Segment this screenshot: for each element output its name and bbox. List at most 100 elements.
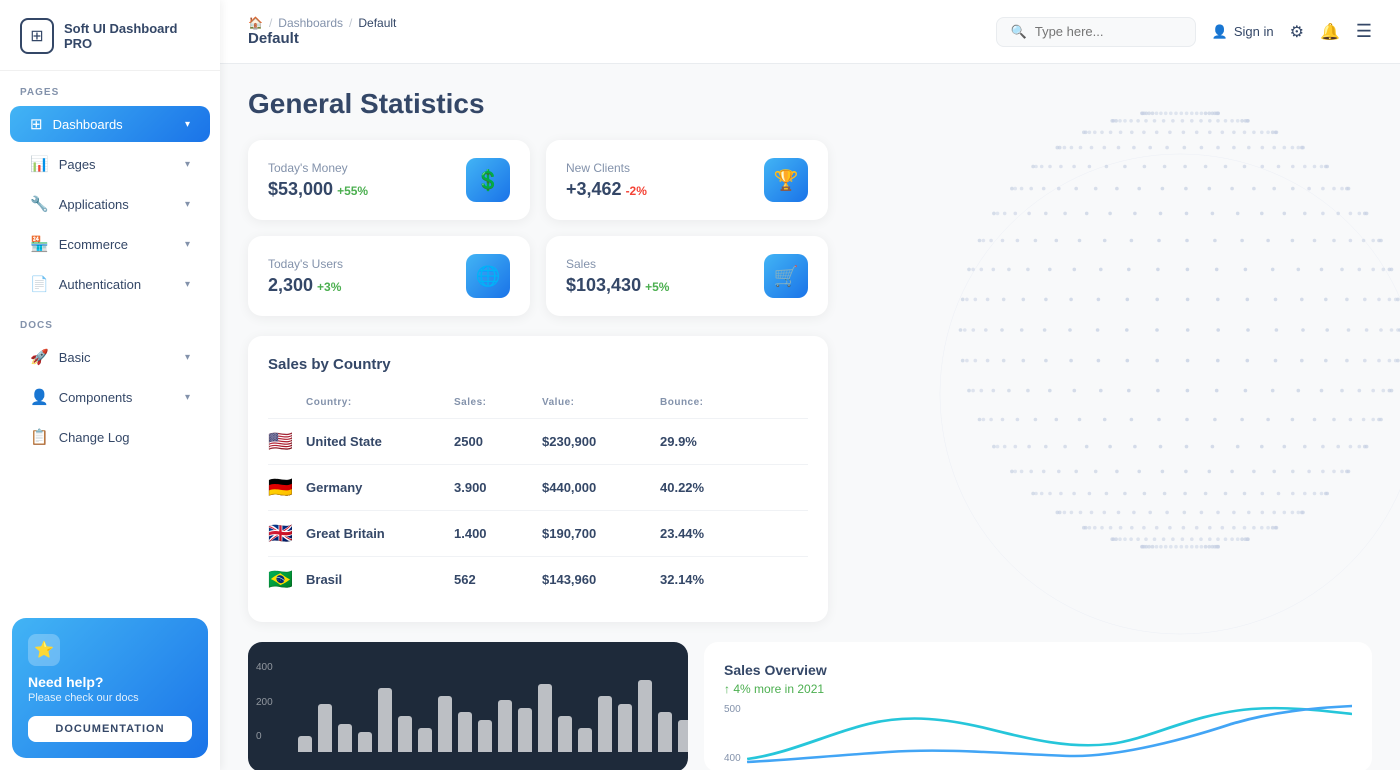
sales-by-country-card: Sales by Country Country: Sales: Value: … [248,336,828,622]
sidebar-item-changelog[interactable]: 📋 Change Log [10,419,210,455]
signin-button[interactable]: 👤 Sign in [1212,24,1274,40]
sales-us: 2500 [454,434,534,449]
chevron-down-icon: ▾ [185,352,190,363]
stat-value-money: $53,000+55% [268,179,368,200]
stat-label-users: Today's Users [268,257,343,271]
topbar-left: 🏠 / Dashboards / Default Default [248,16,396,47]
sales-gb: 1.400 [454,526,534,541]
sales-de: 3.900 [454,480,534,495]
hamburger-icon[interactable]: ☰ [1356,21,1372,42]
bounce-gb: 23.44% [660,526,770,541]
flag-de: 🇩🇪 [268,475,298,500]
sidebar-item-authentication[interactable]: 📄 Authentication ▾ [10,266,210,302]
sidebar-item-label-pages: Pages [59,157,96,172]
settings-icon[interactable]: ⚙ [1290,22,1304,42]
chevron-down-icon: ▾ [185,239,190,250]
content-area: General Statistics Today's Money $53,000… [220,64,1400,770]
col-header-bounce: Bounce: [660,397,770,408]
table-row: 🇩🇪 Germany 3.900 $440,000 40.22% [268,465,808,511]
globe-decoration [920,134,1400,654]
flag-br: 🇧🇷 [268,567,298,592]
page-title: Default [248,30,396,47]
value-gb: $190,700 [542,526,652,541]
country-name-br: Brasil [306,572,446,587]
sidebar-item-label-ecommerce: Ecommerce [59,237,128,252]
so-y-labels: 500 400 [724,704,741,764]
topbar-right: 🔍 👤 Sign in ⚙ 🔔 ☰ [996,17,1372,47]
stat-label-clients: New Clients [566,161,647,175]
pages-section-label: PAGES [0,71,220,104]
so-y-400: 400 [724,753,741,764]
topbar: 🏠 / Dashboards / Default Default 🔍 👤 Sig… [220,0,1400,64]
stat-icon-clients: 🏆 [764,158,808,202]
search-input[interactable] [1035,24,1175,39]
ecommerce-icon: 🏪 [30,235,49,253]
flag-gb: 🇬🇧 [268,521,298,546]
signin-label: Sign in [1234,24,1274,39]
chevron-down-icon: ▾ [185,199,190,210]
sales-overview-card: Sales Overview ↑ 4% more in 2021 500 400 [704,642,1372,770]
breadcrumb-dashboards: Dashboards [278,16,343,30]
help-star-icon: ⭐ [28,634,60,666]
sidebar-item-ecommerce[interactable]: 🏪 Ecommerce ▾ [10,226,210,262]
country-name-gb: Great Britain [306,526,446,541]
y-label-400: 400 [256,662,273,673]
stat-card-money: Today's Money $53,000+55% 💲 [248,140,530,220]
stat-label-money: Today's Money [268,161,368,175]
sidebar-item-label-components: Components [59,390,133,405]
basic-icon: 🚀 [30,348,49,366]
breadcrumb: 🏠 / Dashboards / Default [248,16,396,30]
value-us: $230,900 [542,434,652,449]
value-de: $440,000 [542,480,652,495]
bounce-br: 32.14% [660,572,770,587]
stat-icon-sales: 🛒 [764,254,808,298]
sales-overview-subtitle: ↑ 4% more in 2021 [724,682,1352,696]
help-card: ⭐ Need help? Please check our docs DOCUM… [12,618,208,758]
sidebar-item-label-authentication: Authentication [59,277,141,292]
flag-us: 🇺🇸 [268,429,298,454]
sidebar: ⊞ Soft UI Dashboard PRO PAGES ⊞ Dashboar… [0,0,220,770]
breadcrumb-current: Default [358,16,396,30]
app-name: Soft UI Dashboard PRO [64,21,200,51]
sidebar-item-dashboards[interactable]: ⊞ Dashboards ▾ [10,106,210,142]
bounce-us: 29.9% [660,434,770,449]
documentation-button[interactable]: DOCUMENTATION [28,716,192,742]
chevron-down-icon: ▾ [185,279,190,290]
sales-br: 562 [454,572,534,587]
sidebar-item-label-dashboards: Dashboards [53,117,123,132]
bottom-row: 400 200 0 Sales Overview ↑ 4% more in 20… [248,642,1372,770]
stat-change-clients: -2% [626,184,647,198]
stat-card-clients: New Clients +3,462-2% 🏆 [546,140,828,220]
search-icon: 🔍 [1011,24,1027,40]
sidebar-item-label-changelog: Change Log [59,430,130,445]
user-icon: 👤 [1212,24,1228,40]
sidebar-item-applications[interactable]: 🔧 Applications ▾ [10,186,210,222]
page-main-title: General Statistics [248,88,1372,120]
so-y-500: 500 [724,704,741,715]
col-header-value: Value: [542,397,652,408]
stat-card-sales: Sales $103,430+5% 🛒 [546,236,828,316]
so-chart-svg [747,704,1352,764]
chevron-down-icon: ▾ [185,159,190,170]
sidebar-item-pages[interactable]: 📊 Pages ▾ [10,146,210,182]
dashboards-icon: ⊞ [30,115,43,133]
stat-value-users: 2,300+3% [268,275,343,296]
stat-icon-money: 💲 [466,158,510,202]
logo: ⊞ Soft UI Dashboard PRO [0,0,220,71]
sales-overview-chart: 500 400 [724,704,1352,764]
breadcrumb-sep: / [269,16,272,30]
table-row: 🇺🇸 United State 2500 $230,900 29.9% [268,419,808,465]
changelog-icon: 📋 [30,428,49,446]
sidebar-item-components[interactable]: 👤 Components ▾ [10,379,210,415]
y-label-200: 200 [256,697,273,708]
search-box[interactable]: 🔍 [996,17,1196,47]
table-row: 🇬🇧 Great Britain 1.400 $190,700 23.44% [268,511,808,557]
sidebar-item-label-basic: Basic [59,350,91,365]
notification-icon[interactable]: 🔔 [1320,22,1340,42]
stat-value-sales: $103,430+5% [566,275,669,296]
country-table-header: Country: Sales: Value: Bounce: [268,387,808,419]
pages-icon: 📊 [30,155,49,173]
sidebar-item-basic[interactable]: 🚀 Basic ▾ [10,339,210,375]
bounce-de: 40.22% [660,480,770,495]
components-icon: 👤 [30,388,49,406]
